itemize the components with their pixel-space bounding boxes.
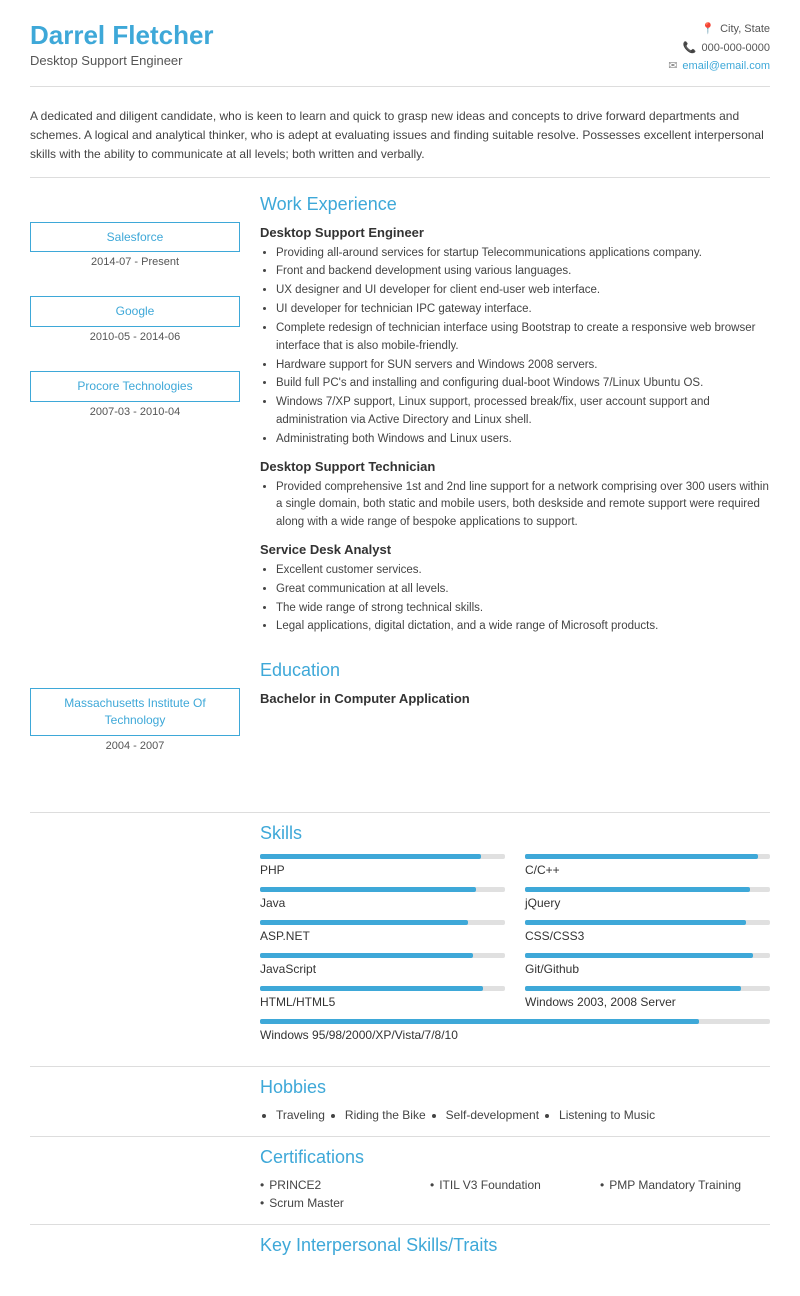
hobby-3: Self-development: [446, 1108, 539, 1122]
header-right: 📍 City, State 📞 000-000-0000 ✉ email@ema…: [668, 20, 770, 76]
email-item: ✉ email@email.com: [668, 57, 770, 76]
summary: A dedicated and diligent candidate, who …: [30, 99, 770, 178]
skill-windows-server: Windows 2003, 2008 Server: [525, 986, 770, 1009]
company-procore: Procore Technologies: [30, 371, 240, 402]
company-procore-dates: 2007-03 - 2010-04: [30, 406, 240, 418]
cert-divider: [30, 1136, 770, 1137]
interpersonal-title: Key Interpersonal Skills/Traits: [260, 1235, 770, 1256]
job-3-bullets: Excellent customer services. Great commu…: [276, 562, 770, 636]
skill-javascript: JavaScript: [260, 953, 505, 976]
skills-grid: PHP C/C++ Java jQuery: [260, 854, 770, 1052]
bullet: Providing all-around services for startu…: [276, 245, 770, 263]
edu-dates: 2004 - 2007: [30, 740, 240, 752]
cert-title: Certifications: [260, 1147, 770, 1168]
company-salesforce-dates: 2014-07 - Present: [30, 256, 240, 268]
edu-sidebar: Massachusetts Institute Of Technology 20…: [30, 656, 250, 780]
degree: Bachelor in Computer Application: [260, 691, 770, 706]
job-title-3: Service Desk Analyst: [260, 542, 770, 557]
work-experience-content: Work Experience Desktop Support Engineer…: [250, 190, 770, 647]
education-title: Education: [260, 660, 770, 681]
city-state: City, State: [720, 20, 770, 39]
cert-4: Scrum Master: [260, 1196, 430, 1210]
city-state-item: 📍 City, State: [668, 20, 770, 39]
skill-php: PHP: [260, 854, 505, 877]
bullet: Windows 7/XP support, Linux support, pro…: [276, 394, 770, 430]
skill-aspnet: ASP.NET: [260, 920, 505, 943]
hobby-2: Riding the Bike: [345, 1108, 426, 1122]
bullet: Provided comprehensive 1st and 2nd line …: [276, 479, 770, 532]
skill-cpp: C/C++: [525, 854, 770, 877]
job-2-bullets: Provided comprehensive 1st and 2nd line …: [276, 479, 770, 532]
full-name: Darrel Fletcher: [30, 20, 214, 51]
skill-java: Java: [260, 887, 505, 910]
bullet: UI developer for technician IPC gateway …: [276, 301, 770, 319]
company-salesforce: Salesforce: [30, 222, 240, 253]
skill-windows-all: Windows 95/98/2000/XP/Vista/7/8/10: [260, 1019, 770, 1042]
cert-2: ITIL V3 Foundation: [430, 1178, 600, 1192]
companies-sidebar: Salesforce 2014-07 - Present Google 2010…: [30, 190, 250, 647]
company-google: Google: [30, 296, 240, 327]
phone-icon: 📞: [683, 39, 697, 58]
bullet: Legal applications, digital dictation, a…: [276, 618, 770, 636]
hobbies-divider: [30, 1066, 770, 1067]
skill-git: Git/Github: [525, 953, 770, 976]
cert-3: PMP Mandatory Training: [600, 1178, 770, 1192]
bullet: Hardware support for SUN servers and Win…: [276, 357, 770, 375]
hobby-1: Traveling: [276, 1108, 325, 1122]
bullet: The wide range of strong technical skill…: [276, 600, 770, 618]
job-1-bullets: Providing all-around services for startu…: [276, 245, 770, 449]
education-section: Massachusetts Institute Of Technology 20…: [30, 656, 770, 780]
resume-page: Darrel Fletcher Desktop Support Engineer…: [0, 0, 800, 1296]
interpersonal-section: Key Interpersonal Skills/Traits: [30, 1224, 770, 1256]
bullet: Front and backend development using vari…: [276, 263, 770, 281]
job-title-1: Desktop Support Engineer: [260, 225, 770, 240]
interpersonal-divider: [30, 1224, 770, 1225]
cert-grid: PRINCE2 ITIL V3 Foundation PMP Mandatory…: [260, 1178, 770, 1210]
phone-item: 📞 000-000-0000: [668, 39, 770, 58]
hobby-4: Listening to Music: [559, 1108, 655, 1122]
work-experience-layout: Salesforce 2014-07 - Present Google 2010…: [30, 190, 770, 647]
email-icon: ✉: [668, 57, 677, 76]
certifications-section: Certifications PRINCE2 ITIL V3 Foundatio…: [30, 1136, 770, 1210]
company-google-dates: 2010-05 - 2014-06: [30, 331, 240, 343]
skills-divider: [30, 812, 770, 813]
edu-content: Education Bachelor in Computer Applicati…: [250, 656, 770, 780]
header: Darrel Fletcher Desktop Support Engineer…: [30, 20, 770, 87]
bullet: Complete redesign of technician interfac…: [276, 320, 770, 356]
hobbies-list: Traveling Riding the Bike Self-developme…: [276, 1108, 770, 1122]
bullet: UX designer and UI developer for client …: [276, 282, 770, 300]
job-title-2: Desktop Support Technician: [260, 459, 770, 474]
cert-1: PRINCE2: [260, 1178, 430, 1192]
skill-jquery: jQuery: [525, 887, 770, 910]
skill-html: HTML/HTML5: [260, 986, 505, 1009]
bullet: Great communication at all levels.: [276, 581, 770, 599]
skill-css: CSS/CSS3: [525, 920, 770, 943]
location-icon: 📍: [701, 20, 715, 39]
bullet: Administrating both Windows and Linux us…: [276, 431, 770, 449]
header-left: Darrel Fletcher Desktop Support Engineer: [30, 20, 214, 68]
hobbies-title: Hobbies: [260, 1077, 770, 1098]
hobbies-section: Hobbies Traveling Riding the Bike Self-d…: [30, 1066, 770, 1122]
job-title-header: Desktop Support Engineer: [30, 53, 214, 68]
phone: 000-000-0000: [701, 39, 770, 58]
bullet: Build full PC's and installing and confi…: [276, 375, 770, 393]
edu-institution: Massachusetts Institute Of Technology: [30, 688, 240, 736]
bullet: Excellent customer services.: [276, 562, 770, 580]
email-link[interactable]: email@email.com: [682, 57, 770, 76]
skills-section: Skills PHP C/C++ Java: [30, 796, 770, 1052]
work-experience-title: Work Experience: [260, 194, 770, 215]
skills-title: Skills: [260, 823, 770, 844]
